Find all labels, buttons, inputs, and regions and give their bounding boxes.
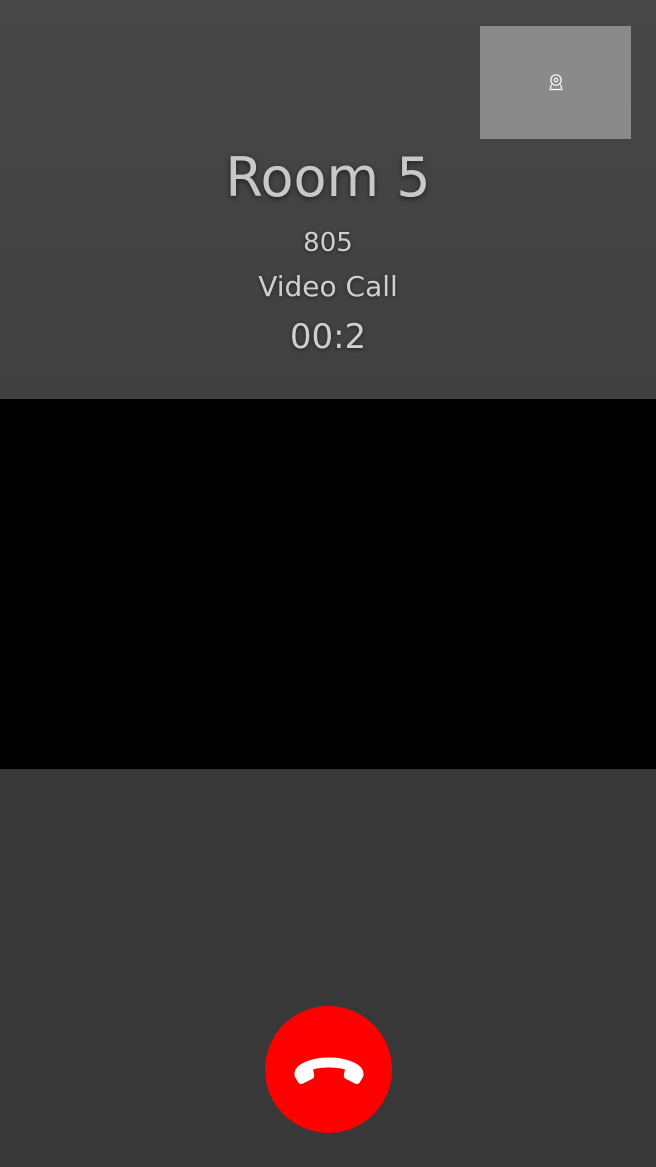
call-info-panel: Room 5 805 Video Call 00:2 (0, 0, 656, 399)
phone-hangup-icon (289, 1050, 369, 1090)
hangup-button[interactable] (265, 1006, 392, 1133)
caller-number: 805 (303, 228, 353, 258)
call-duration-timer: 00:2 (289, 317, 367, 357)
webcam-icon (546, 73, 566, 93)
self-view-preview[interactable] (480, 26, 631, 139)
remote-video-area (0, 399, 656, 769)
caller-name: Room 5 (225, 146, 431, 209)
video-call-screen: Room 5 805 Video Call 00:2 (0, 0, 656, 1167)
call-type-label: Video Call (258, 270, 398, 303)
